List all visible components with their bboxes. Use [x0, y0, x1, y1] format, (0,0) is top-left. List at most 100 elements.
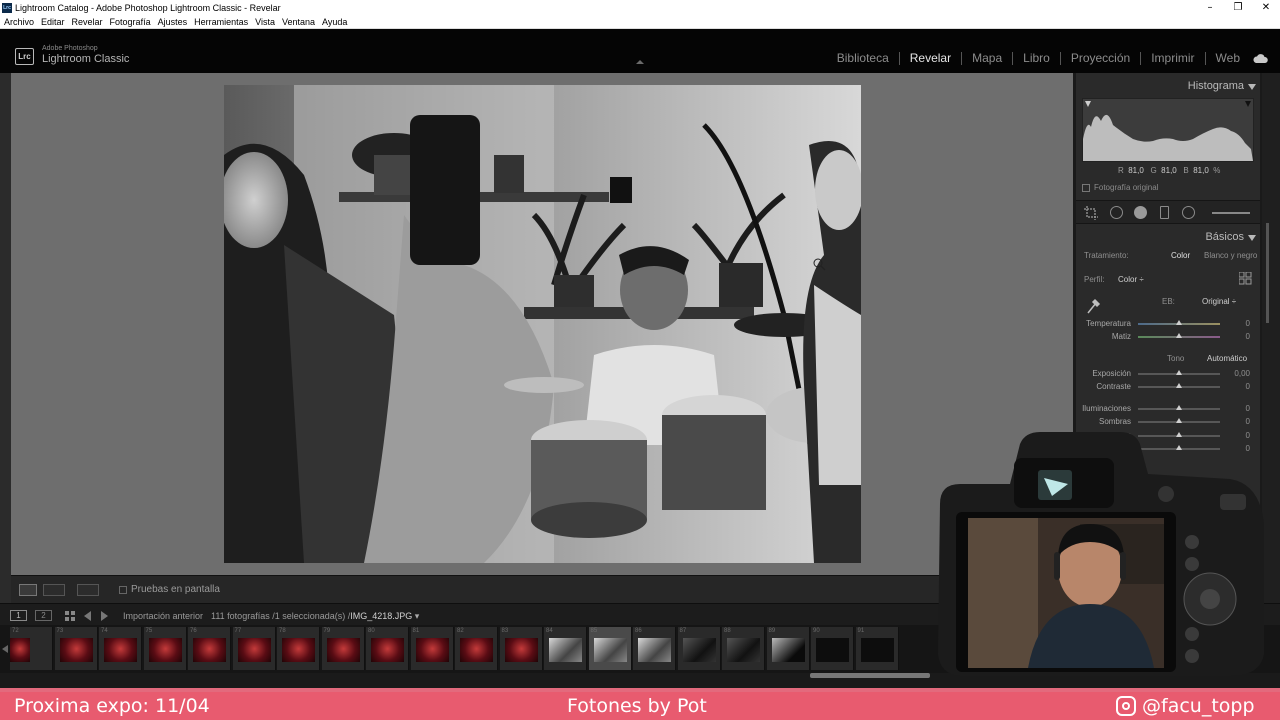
histogram-graph[interactable] [1082, 98, 1254, 162]
frame-thumbnail[interactable] [593, 638, 627, 662]
frame-thumbnail[interactable] [549, 638, 582, 662]
module-web[interactable]: Web [1206, 51, 1250, 65]
filmstrip-cell[interactable]: 74 [99, 627, 142, 670]
basics-header[interactable]: Básicos [1076, 226, 1260, 246]
frame-thumbnail[interactable] [727, 638, 760, 662]
frame-thumbnail[interactable] [638, 638, 671, 662]
frame-thumbnail[interactable] [193, 638, 226, 662]
radial-filter-icon[interactable] [1182, 206, 1195, 219]
left-panel-collapsed[interactable] [0, 73, 11, 603]
filmstrip-cell[interactable]: 85 [588, 627, 632, 670]
frame-thumbnail[interactable] [104, 638, 137, 662]
menu-herramientas[interactable]: Herramientas [194, 17, 248, 27]
loupe-view-icon[interactable] [19, 584, 37, 596]
frame-thumbnail[interactable] [860, 638, 894, 662]
slider-knob[interactable] [1176, 405, 1182, 410]
minimize-button[interactable]: – [1196, 2, 1224, 13]
module-revelar[interactable]: Revelar [900, 51, 961, 65]
profile-dropdown[interactable]: Color ÷ [1118, 275, 1144, 284]
slider-value[interactable]: 0,00 [1234, 369, 1250, 378]
treatment-color-option[interactable]: Color [1171, 251, 1190, 260]
main-window-button[interactable]: 1 [10, 610, 27, 621]
wb-dropdown[interactable]: Original ÷ [1202, 297, 1236, 306]
profile-browser-grid-icon[interactable] [1239, 272, 1252, 285]
spot-removal-icon[interactable] [1110, 206, 1123, 219]
graduated-filter-icon[interactable] [1160, 206, 1169, 219]
filmstrip-cell[interactable]: 86 [633, 627, 676, 670]
soft-proof-checkbox[interactable] [119, 586, 127, 594]
menu-fotografia[interactable]: Fotografía [110, 17, 151, 27]
slider-track[interactable] [1138, 333, 1220, 338]
filmstrip-cell[interactable]: 77 [232, 627, 276, 670]
auto-tone-button[interactable]: Automático [1207, 354, 1247, 363]
filmstrip-cell[interactable]: 78 [277, 627, 320, 670]
maximize-button[interactable]: ❐ [1224, 2, 1252, 13]
collapse-triangle-icon[interactable] [1248, 235, 1256, 241]
filmstrip-cell[interactable]: 88 [722, 627, 765, 670]
module-libro[interactable]: Libro [1013, 51, 1060, 65]
menu-ayuda[interactable]: Ayuda [322, 17, 347, 27]
treatment-bw-option[interactable]: Blanco y negro [1204, 251, 1257, 260]
frame-thumbnail[interactable] [771, 638, 805, 662]
slider-knob[interactable] [1176, 333, 1182, 338]
filmstrip-cell[interactable]: 76 [188, 627, 231, 670]
close-button[interactable]: ✕ [1252, 2, 1280, 13]
filmstrip-cell[interactable]: 83 [499, 627, 543, 670]
filmstrip-scroll-left-icon[interactable] [2, 645, 8, 653]
adjustment-brush-icon[interactable] [1212, 212, 1250, 214]
red-eye-icon[interactable] [1134, 206, 1147, 219]
menu-editar[interactable]: Editar [41, 17, 65, 27]
slider-value[interactable]: 0 [1246, 332, 1250, 341]
slider-track[interactable] [1138, 405, 1220, 410]
filmstrip-source[interactable]: Importación anterior [123, 611, 203, 621]
white-balance-eyedropper-icon[interactable] [1086, 297, 1102, 315]
module-imprimir[interactable]: Imprimir [1141, 51, 1204, 65]
filmstrip-cell[interactable]: 79 [321, 627, 365, 670]
frame-thumbnail[interactable] [148, 638, 182, 662]
slider-knob[interactable] [1176, 383, 1182, 388]
before-after-swap-icon[interactable] [77, 584, 99, 596]
module-biblioteca[interactable]: Biblioteca [827, 51, 899, 65]
filmstrip-cell[interactable]: 84 [544, 627, 587, 670]
filmstrip-cell[interactable]: 90 [811, 627, 854, 670]
histogram-header[interactable]: Histograma [1076, 75, 1260, 95]
frame-thumbnail[interactable] [460, 638, 493, 662]
menu-revelar[interactable]: Revelar [72, 17, 103, 27]
slider-track[interactable] [1138, 370, 1220, 375]
collapse-top-panel-arrow-icon[interactable] [636, 60, 644, 64]
before-after-view-icon[interactable] [43, 584, 65, 596]
module-proyeccion[interactable]: Proyección [1061, 51, 1140, 65]
selected-filename[interactable]: IMG_4218.JPG [350, 611, 412, 621]
filmstrip-cell[interactable]: 80 [366, 627, 409, 670]
main-photo[interactable] [224, 85, 861, 563]
filmstrip-scrollbar[interactable] [810, 673, 930, 678]
slider-track[interactable] [1138, 320, 1220, 325]
second-window-button[interactable]: 2 [35, 610, 52, 621]
filmstrip-cell[interactable]: 75 [143, 627, 187, 670]
frame-thumbnail[interactable] [415, 638, 449, 662]
frame-thumbnail[interactable] [504, 638, 538, 662]
collapse-triangle-icon[interactable] [1248, 84, 1256, 90]
slider-knob[interactable] [1176, 418, 1182, 423]
crop-overlay-icon[interactable] [1084, 206, 1098, 220]
slider-value[interactable]: 0 [1246, 404, 1250, 413]
filmstrip-cell[interactable]: 81 [410, 627, 454, 670]
filmstrip-cell[interactable]: 87 [677, 627, 721, 670]
frame-thumbnail[interactable] [371, 638, 404, 662]
slider-track[interactable] [1138, 418, 1220, 423]
frame-thumbnail[interactable] [282, 638, 315, 662]
frame-thumbnail[interactable] [682, 638, 716, 662]
frame-thumbnail[interactable] [237, 638, 271, 662]
filmstrip-cell[interactable]: 89 [766, 627, 810, 670]
right-panel-scrollbar[interactable] [1266, 223, 1269, 323]
frame-thumbnail[interactable] [10, 638, 30, 662]
cloud-sync-icon[interactable] [1252, 53, 1268, 64]
filmstrip-cell[interactable]: 73 [54, 627, 98, 670]
slider-track[interactable] [1138, 383, 1220, 388]
forward-arrow-icon[interactable] [100, 611, 108, 621]
menu-ajustes[interactable]: Ajustes [158, 17, 188, 27]
slider-value[interactable]: 0 [1246, 382, 1250, 391]
filmstrip-cell[interactable]: 91 [855, 627, 899, 670]
menu-ventana[interactable]: Ventana [282, 17, 315, 27]
slider-knob[interactable] [1176, 370, 1182, 375]
